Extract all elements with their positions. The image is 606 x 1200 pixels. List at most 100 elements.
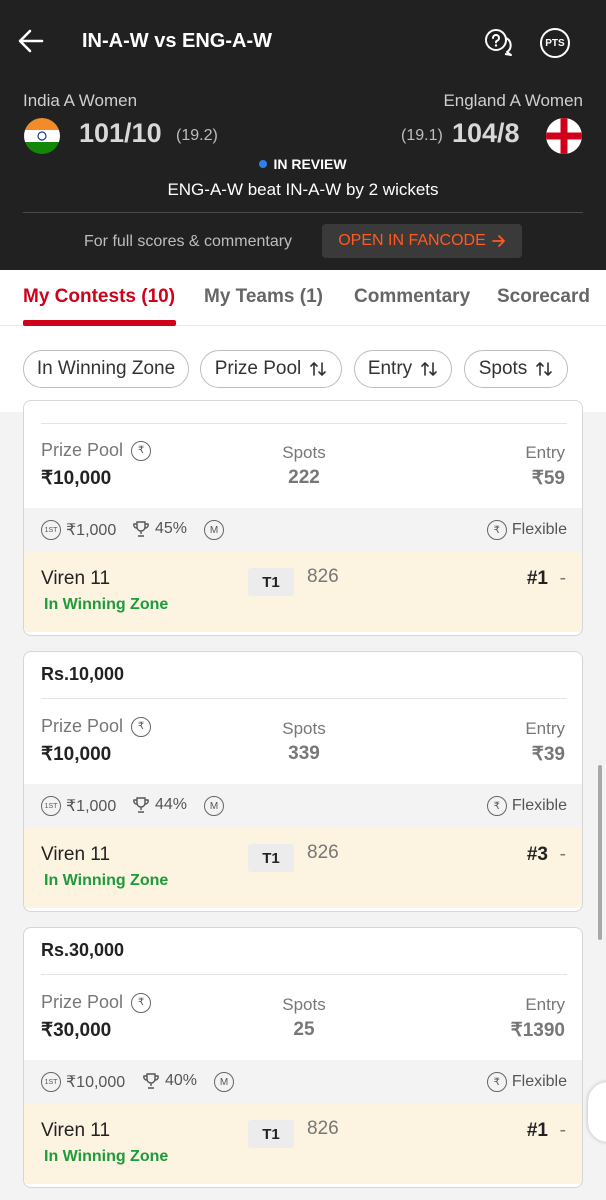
tab-my-teams[interactable]: My Teams (1)	[204, 286, 323, 308]
prize-pool-label: Prize Pool ₹	[41, 992, 152, 1013]
multi-entry-icon: M	[204, 796, 224, 816]
team-name: Viren 11	[41, 844, 111, 865]
first-prize-value: ₹10,000	[66, 1074, 126, 1091]
fancode-button-label: OPEN IN FANCODE	[338, 232, 486, 249]
multi-entry: M	[204, 520, 224, 540]
first-prize: 1ST ₹1,000	[41, 520, 116, 540]
flexible-badge: ₹ Flexible	[486, 796, 567, 816]
match-result: ENG-A-W beat IN-A-W by 2 wickets	[167, 180, 439, 199]
entry-value: ₹59	[531, 468, 565, 489]
tab-scorecard[interactable]: Scorecard	[497, 286, 590, 308]
entry-value: ₹39	[531, 744, 565, 765]
contest-title: Rs.10,000	[41, 664, 125, 684]
first-prize: 1ST ₹1,000	[41, 796, 116, 816]
contest-info-row: 1ST ₹1,000 44% M ₹ Flexible	[24, 784, 582, 828]
multi-entry-icon: M	[214, 1072, 234, 1092]
spots-label: Spots	[282, 443, 326, 462]
team2-score: 104/8	[452, 118, 520, 148]
prize-pool-label: Prize Pool ₹	[41, 440, 152, 461]
rupee-up-icon: ₹	[131, 440, 152, 461]
trophy-icon	[133, 521, 149, 537]
flexible-rupee-icon: ₹	[486, 1072, 507, 1092]
first-place-icon: 1ST	[41, 520, 61, 540]
multi-entry-icon: M	[204, 520, 224, 540]
team-points: 826	[307, 842, 339, 863]
points-system-button[interactable]: PTS	[540, 28, 570, 58]
win-percentage-value: 44%	[155, 796, 188, 813]
win-percentage: 40%	[142, 1072, 197, 1090]
contest-card[interactable]: Rs.30,000 Prize Pool ₹ ₹30,000 Spots 25 E…	[23, 927, 583, 1188]
joined-team-row[interactable]: Viren 11 In Winning Zone T1 826 #1 -	[24, 552, 582, 632]
team-name: Viren 11	[41, 1120, 111, 1141]
header-divider	[23, 212, 583, 213]
team-tag: T1	[248, 568, 294, 596]
filter-chip-spots[interactable]: Spots	[464, 350, 568, 388]
match-header: IN-A-W vs ENG-A-W PTS India A Women Engl…	[0, 0, 606, 270]
filter-chip-label: Prize Pool	[214, 358, 302, 379]
win-percentage-value: 45%	[155, 520, 188, 537]
card-divider	[41, 423, 567, 424]
team-points: 826	[307, 566, 339, 587]
team2-name: England A Women	[443, 91, 583, 110]
prize-pool-value: ₹10,000	[41, 468, 112, 489]
flexible-text: Flexible	[511, 797, 567, 814]
spots-label: Spots	[282, 995, 326, 1014]
contest-title: Rs.30,000	[41, 940, 125, 960]
first-prize: 1ST ₹10,000	[41, 1072, 125, 1092]
card-divider	[41, 974, 567, 975]
flexible-badge: ₹ Flexible	[486, 520, 567, 540]
joined-team-row[interactable]: Viren 11 In Winning Zone T1 826 #1 -	[24, 1104, 582, 1184]
win-percentage: 44%	[132, 796, 187, 814]
scrollbar[interactable]	[598, 765, 602, 940]
entry-label: Entry	[525, 443, 565, 462]
contest-card[interactable]: Prize Pool ₹ ₹10,000 Spots 222 Entry ₹59 …	[23, 400, 583, 636]
tab-bar: My Contests (10) My Teams (1) Commentary…	[0, 270, 606, 326]
help-chat-icon[interactable]	[484, 28, 514, 58]
flexible-badge: ₹ Flexible	[486, 1072, 567, 1092]
joined-team-row[interactable]: Viren 11 In Winning Zone T1 826 #3 -	[24, 828, 582, 908]
full-scores-text: For full scores & commentary	[84, 233, 293, 250]
team-points: 826	[307, 1118, 339, 1139]
prize-pool-value: ₹10,000	[41, 744, 112, 765]
flexible-text: Flexible	[511, 521, 567, 538]
match-title: IN-A-W vs ENG-A-W	[82, 30, 272, 52]
multi-entry: M	[214, 1072, 234, 1092]
rank-change: -	[559, 1120, 566, 1141]
rank-change: -	[559, 568, 566, 589]
entry-label: Entry	[525, 719, 565, 738]
winning-zone-label: In Winning Zone	[44, 596, 169, 613]
tab-commentary[interactable]: Commentary	[354, 286, 470, 308]
first-prize-value: ₹1,000	[66, 798, 117, 815]
team-rank: #3	[526, 844, 548, 865]
spots-value: 339	[288, 743, 320, 764]
win-percentage-value: 40%	[165, 1072, 198, 1089]
team1-overs: (19.2)	[176, 127, 218, 144]
spots-value: 25	[293, 1019, 315, 1040]
filter-chip-label: Spots	[478, 358, 528, 379]
contest-card[interactable]: Rs.10,000 Prize Pool ₹ ₹10,000 Spots 339 …	[23, 651, 583, 912]
filter-chip-entry[interactable]: Entry	[354, 350, 452, 388]
status-text: IN REVIEW	[273, 156, 347, 172]
winning-zone-label: In Winning Zone	[44, 872, 169, 889]
rupee-up-icon: ₹	[131, 716, 152, 737]
entry-value: ₹1390	[510, 1020, 565, 1041]
filter-chip-winning-zone[interactable]: In Winning Zone	[23, 350, 189, 388]
floating-action-button[interactable]	[588, 1082, 606, 1142]
filter-chip-prize-pool[interactable]: Prize Pool	[200, 350, 342, 388]
back-arrow-icon[interactable]	[16, 26, 46, 56]
first-place-icon: 1ST	[41, 1072, 61, 1092]
team2-overs: (19.1)	[401, 127, 443, 144]
card-divider	[41, 698, 567, 699]
sort-icon	[536, 362, 553, 376]
prize-pool-text: Prize Pool	[41, 440, 124, 460]
team-rank: #1	[526, 1120, 548, 1141]
rupee-up-icon: ₹	[131, 992, 152, 1013]
first-prize-value: ₹1,000	[66, 522, 117, 539]
contest-info-row: 1ST ₹1,000 45% M ₹ Flexible	[24, 508, 582, 552]
open-in-fancode-button[interactable]: OPEN IN FANCODE	[322, 224, 522, 258]
tab-my-contests[interactable]: My Contests (10)	[23, 286, 175, 308]
england-flag-icon	[546, 118, 582, 154]
prize-pool-text: Prize Pool	[41, 992, 124, 1012]
india-flag-icon	[24, 118, 60, 154]
flexible-text: Flexible	[511, 1073, 567, 1090]
